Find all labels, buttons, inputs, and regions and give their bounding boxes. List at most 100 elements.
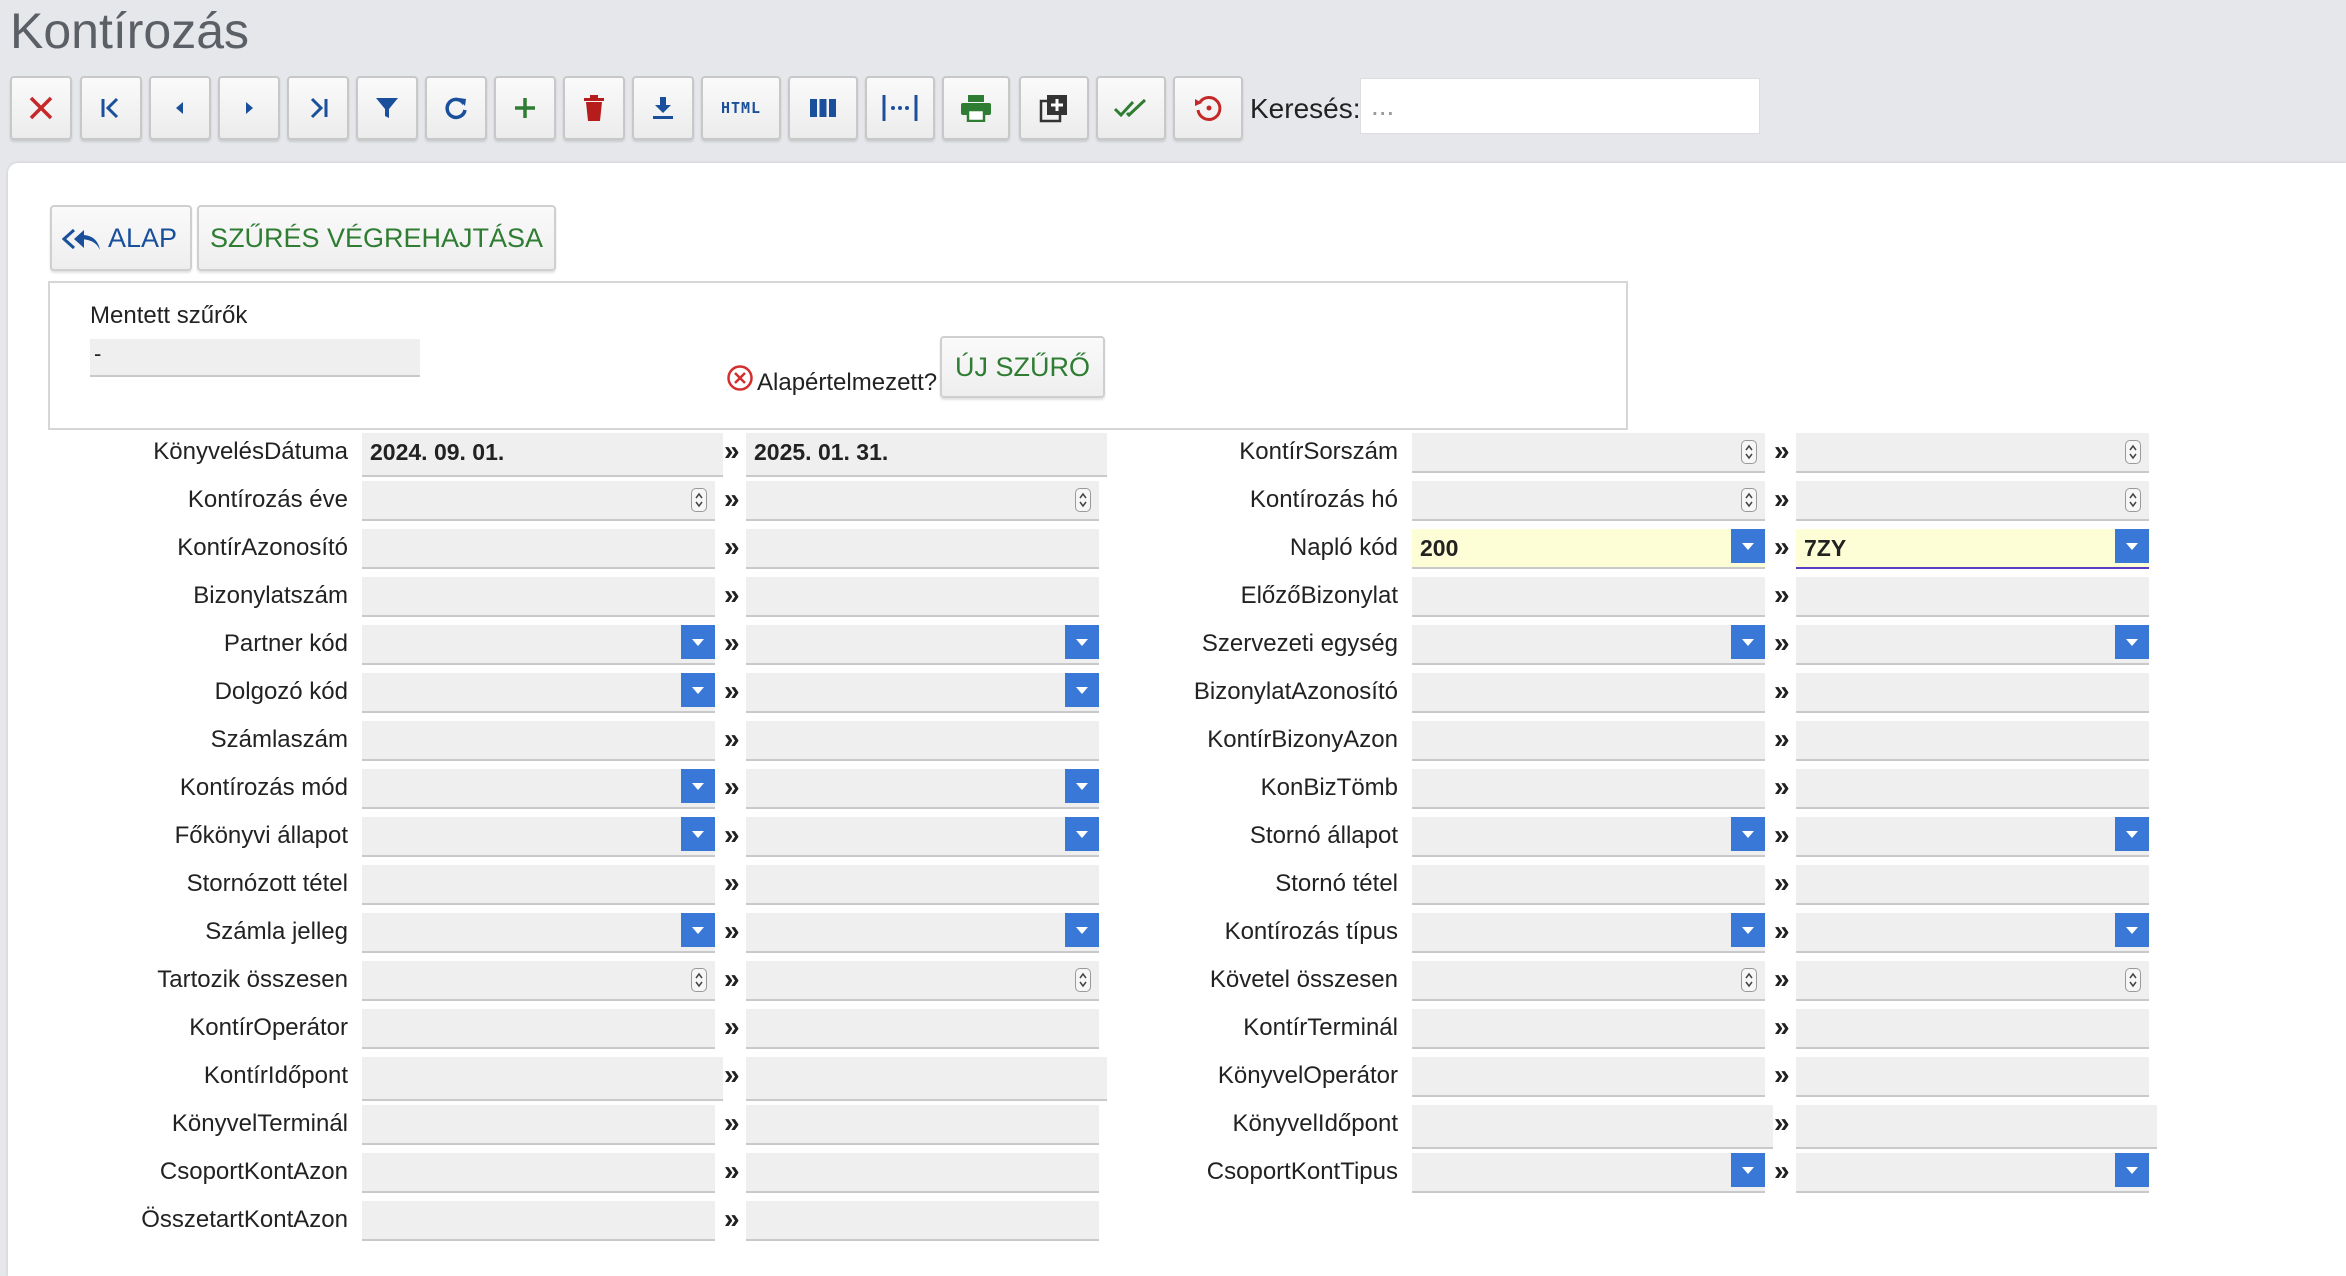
dropdown-toggle[interactable] [1731, 625, 1765, 659]
kontirozas-tipus-from-field[interactable] [1412, 913, 1765, 953]
columns-button[interactable] [788, 76, 858, 140]
stornozott-tetel-from-field[interactable] [362, 865, 715, 905]
new-filter-button[interactable]: ÚJ SZŰRŐ [940, 336, 1105, 398]
tartozik-osszesen-from-field[interactable] [362, 961, 715, 1001]
approve-all-button[interactable] [1096, 76, 1166, 140]
number-spinner[interactable] [691, 488, 707, 512]
elozobizonylat-from-field[interactable] [1412, 577, 1765, 617]
delete-button[interactable] [563, 76, 625, 140]
szervezeti-egyseg-to-field[interactable] [1796, 625, 2149, 665]
dropdown-toggle[interactable] [2115, 529, 2149, 563]
dropdown-toggle[interactable] [681, 913, 715, 947]
kontirozas-mod-from-field[interactable] [362, 769, 715, 809]
dropdown-toggle[interactable] [1731, 1153, 1765, 1187]
next-record-button[interactable] [218, 76, 280, 140]
storno-tetel-from-field[interactable] [1412, 865, 1765, 905]
range-separator: » [1774, 963, 1790, 994]
number-spinner[interactable] [2125, 440, 2141, 464]
konyvelidopont-from-field[interactable] [1412, 1105, 1773, 1149]
range-separator: » [1774, 1059, 1790, 1090]
column-width-button[interactable] [865, 76, 935, 140]
dropdown-toggle[interactable] [2115, 625, 2149, 659]
kontirterminal-to-field[interactable] [1796, 1009, 2149, 1049]
naplo-kod-to-field[interactable]: 7ZY [1796, 529, 2149, 569]
dolgozo-kod-from-field[interactable] [362, 673, 715, 713]
szervezeti-egyseg-from-field[interactable] [1412, 625, 1765, 665]
szamlaszam-from-field[interactable] [362, 721, 715, 761]
number-spinner[interactable] [1741, 440, 1757, 464]
kovetel-osszesen-from-field[interactable] [1412, 961, 1765, 1001]
kontirozas-ho-from-field[interactable] [1412, 481, 1765, 521]
konyvelidopont-to-field[interactable] [1796, 1105, 2157, 1149]
csoportkontazon-from-field[interactable] [362, 1153, 715, 1193]
kontiridopont-from-field[interactable] [362, 1057, 723, 1101]
range-separator: » [724, 723, 740, 754]
elozobizonylat-to-field[interactable] [1796, 577, 2149, 617]
konyvelterminal-from-field[interactable] [362, 1105, 715, 1145]
konyveloperator-from-field[interactable] [1412, 1057, 1765, 1097]
konbiztomb-to-field[interactable] [1796, 769, 2149, 809]
default-checkbox[interactable] [726, 364, 754, 397]
dropdown-toggle[interactable] [2115, 1153, 2149, 1187]
print-button[interactable] [942, 76, 1010, 140]
first-record-button[interactable] [80, 76, 142, 140]
storno-allapot-from-field[interactable] [1412, 817, 1765, 857]
range-separator: » [1774, 1011, 1790, 1042]
csoportkonttipus-to-field[interactable] [1796, 1153, 2149, 1193]
storno-allapot-to-field[interactable] [1796, 817, 2149, 857]
fokonyvi-allapot-from-field[interactable] [362, 817, 715, 857]
number-spinner[interactable] [691, 968, 707, 992]
dropdown-toggle[interactable] [1731, 529, 1765, 563]
szamla-jelleg-from-field[interactable] [362, 913, 715, 953]
bizonylatszam-from-field[interactable] [362, 577, 715, 617]
dropdown-toggle[interactable] [1731, 913, 1765, 947]
bizonylatazonosito-from-field[interactable] [1412, 673, 1765, 713]
dropdown-toggle[interactable] [1731, 817, 1765, 851]
storno-tetel-to-field[interactable] [1796, 865, 2149, 905]
dropdown-toggle[interactable] [2115, 817, 2149, 851]
naplo-kod-from-field[interactable]: 200 [1412, 529, 1765, 569]
dropdown-toggle[interactable] [681, 673, 715, 707]
kontiroperator-from-field[interactable] [362, 1009, 715, 1049]
html-export-button[interactable]: HTML [701, 76, 781, 140]
filter-button[interactable] [356, 76, 418, 140]
konyvelesdatuma-from-field[interactable]: 2024. 09. 01. [362, 433, 723, 477]
dropdown-toggle[interactable] [681, 625, 715, 659]
number-spinner[interactable] [1741, 968, 1757, 992]
kontirbizonyazon-to-field[interactable] [1796, 721, 2149, 761]
saved-filters-select[interactable]: - [90, 339, 420, 377]
osszetartkontazon-to-field[interactable] [746, 1201, 1099, 1241]
dropdown-toggle[interactable] [2115, 913, 2149, 947]
refresh-button[interactable] [425, 76, 487, 140]
kontirazonosito-from-field[interactable] [362, 529, 715, 569]
number-spinner[interactable] [1741, 488, 1757, 512]
konbiztomb-from-field[interactable] [1412, 769, 1765, 809]
partner-kod-from-field[interactable] [362, 625, 715, 665]
kontirsorszam-to-field[interactable] [1796, 433, 2149, 473]
search-input[interactable] [1360, 78, 1760, 134]
kontirozas-tipus-to-field[interactable] [1796, 913, 2149, 953]
dropdown-toggle[interactable] [681, 769, 715, 803]
csoportkonttipus-from-field[interactable] [1412, 1153, 1765, 1193]
kontirterminal-from-field[interactable] [1412, 1009, 1765, 1049]
kontirbizonyazon-from-field[interactable] [1412, 721, 1765, 761]
kontirsorszam-from-field[interactable] [1412, 433, 1765, 473]
download-button[interactable] [632, 76, 694, 140]
number-spinner[interactable] [2125, 488, 2141, 512]
kontirozas-eve-from-field[interactable] [362, 481, 715, 521]
kontirozas-ho-to-field[interactable] [1796, 481, 2149, 521]
last-record-button[interactable] [287, 76, 349, 140]
kovetel-osszesen-to-field[interactable] [1796, 961, 2149, 1001]
close-button[interactable] [10, 76, 72, 140]
restore-button[interactable] [1173, 76, 1243, 140]
bizonylatazonosito-to-field[interactable] [1796, 673, 2149, 713]
duplicate-button[interactable] [1019, 76, 1089, 140]
number-spinner[interactable] [2125, 968, 2141, 992]
alap-button[interactable]: ALAP [50, 205, 192, 271]
execute-filter-button[interactable]: SZŰRÉS VÉGREHAJTÁSA [197, 205, 556, 271]
dropdown-toggle[interactable] [681, 817, 715, 851]
konyveloperator-to-field[interactable] [1796, 1057, 2149, 1097]
prev-record-button[interactable] [149, 76, 211, 140]
osszetartkontazon-from-field[interactable] [362, 1201, 715, 1241]
add-button[interactable] [494, 76, 556, 140]
